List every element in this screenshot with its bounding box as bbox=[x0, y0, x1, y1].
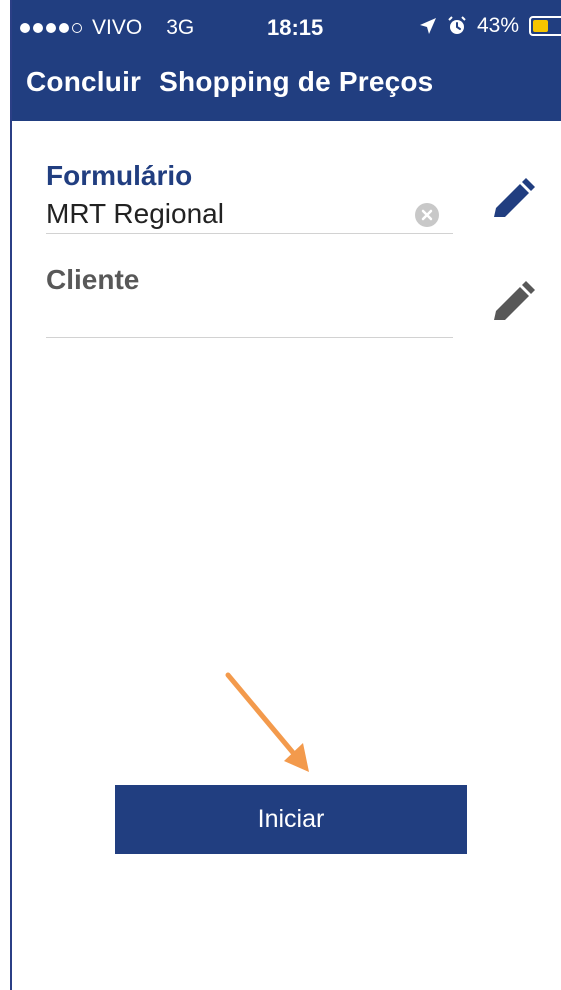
signal-dot-empty bbox=[72, 23, 82, 33]
app-header: VIVO 3G 18:15 43% Concluir Shopping de P… bbox=[12, 0, 561, 121]
status-right: 43% bbox=[419, 14, 561, 38]
start-button[interactable]: Iniciar bbox=[115, 785, 467, 854]
signal-dot bbox=[46, 23, 56, 33]
carrier-name: VIVO bbox=[92, 16, 143, 39]
signal-dot bbox=[33, 23, 43, 33]
form-field[interactable]: Formulário MRT Regional bbox=[46, 160, 453, 234]
status-left: VIVO 3G bbox=[20, 16, 194, 40]
network-type: 3G bbox=[166, 16, 195, 39]
battery-percent: 43% bbox=[476, 14, 519, 37]
status-time: 18:15 bbox=[267, 15, 324, 40]
signal-strength-icon bbox=[20, 23, 82, 33]
form-value[interactable]: MRT Regional bbox=[46, 198, 224, 230]
page-title-part1: Concluir bbox=[26, 66, 142, 97]
battery-icon bbox=[529, 16, 561, 36]
close-icon bbox=[421, 209, 433, 221]
status-bar: VIVO 3G 18:15 43% bbox=[12, 0, 561, 56]
signal-dot bbox=[59, 23, 69, 33]
annotation-arrow-icon bbox=[225, 672, 309, 772]
client-field[interactable]: Cliente bbox=[46, 264, 453, 338]
app-screen: VIVO 3G 18:15 43% Concluir Shopping de P… bbox=[10, 0, 561, 990]
page-title: Concluir Shopping de Preços bbox=[26, 66, 433, 98]
client-label: Cliente bbox=[46, 264, 140, 295]
signal-dot bbox=[20, 23, 30, 33]
edit-client-pencil-icon[interactable] bbox=[488, 280, 536, 328]
battery-level bbox=[533, 20, 548, 32]
location-arrow-icon bbox=[419, 18, 436, 34]
alarm-clock-icon bbox=[448, 16, 466, 34]
page-title-part2: Shopping de Preços bbox=[159, 66, 434, 97]
form-label: Formulário bbox=[46, 160, 193, 191]
clear-form-button[interactable] bbox=[415, 203, 439, 227]
edit-form-pencil-icon[interactable] bbox=[488, 177, 536, 225]
